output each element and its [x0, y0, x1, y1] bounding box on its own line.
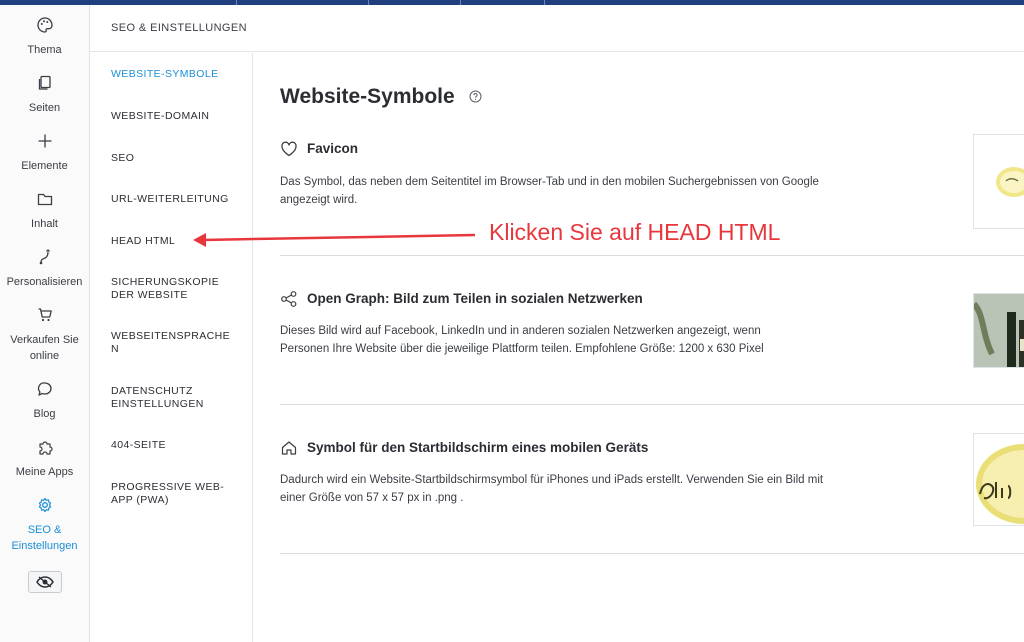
home-icon: [281, 441, 297, 455]
folder-icon: [37, 193, 52, 206]
home-screen-icon-thumbnail[interactable]: [973, 433, 1024, 526]
help-icon[interactable]: [469, 90, 482, 103]
rail-item-pages[interactable]: Seiten: [0, 74, 89, 116]
section-divider: [280, 553, 1024, 554]
settings-submenu: WEBSITE-SYMBOLE WEBSITE-DOMAIN SEO URL-W…: [90, 53, 253, 642]
menu-item-pwa[interactable]: PROGRESSIVE WEB-APP (PWA): [111, 481, 229, 507]
annotation-callout: Klicken Sie auf HEAD HTML: [489, 219, 781, 245]
plus-icon: [38, 134, 51, 148]
menu-item-website-languages[interactable]: WEBSEITENSPRACHE N: [111, 330, 231, 356]
rail-item-theme[interactable]: Thema: [0, 16, 89, 58]
favicon-thumbnail[interactable]: [973, 134, 1024, 229]
section-title-home-screen: Symbol für den Startbildschirm eines mob…: [307, 440, 649, 455]
menu-item-website-icons[interactable]: WEBSITE-SYMBOLE: [111, 68, 243, 81]
rail-label: Elemente: [21, 160, 68, 172]
rail-item-sell-online[interactable]: Verkaufen Sie online: [0, 306, 89, 364]
rail-label: Meine Apps: [15, 466, 74, 478]
page-title: Website-Symbole: [280, 85, 455, 108]
section-title-open-graph: Open Graph: Bild zum Teilen in sozialen …: [307, 291, 643, 306]
annotation-arrow-icon: [193, 233, 476, 247]
menu-item-404-page[interactable]: 404-SEITE: [111, 439, 243, 452]
eye-icon: [36, 576, 54, 588]
share-icon: [281, 291, 297, 307]
rail-label: Thema: [27, 44, 62, 56]
section-divider: [280, 404, 1024, 405]
gear-icon: [38, 497, 51, 513]
editor-sidebar: Thema Seiten Elemente Inhalt Personalisi…: [0, 5, 90, 642]
menu-item-privacy-settings[interactable]: DATENSCHUTZ EINSTELLUNGEN: [111, 385, 211, 411]
rail-label: Blog: [33, 408, 56, 420]
heart-icon: [281, 141, 297, 157]
rail-item-personalize[interactable]: Personalisieren: [0, 248, 89, 290]
rail-label: SEO & Einstellungen: [11, 524, 78, 552]
rail-item-seo-settings[interactable]: SEO & Einstellungen: [0, 496, 89, 554]
main-content: Website-Symbole Favicon Das Symbol, das …: [253, 53, 1024, 642]
rail-item-blog[interactable]: Blog: [0, 380, 89, 422]
section-desc-favicon: Das Symbol, das neben dem Seitentitel im…: [280, 176, 819, 206]
puzzle-icon: [38, 441, 53, 455]
palette-icon: [36, 17, 53, 33]
rail-item-my-apps[interactable]: Meine Apps: [0, 438, 89, 480]
rail-label: Inhalt: [31, 218, 58, 230]
rail-item-elements[interactable]: Elemente: [0, 132, 89, 174]
rail-label: Seiten: [28, 102, 61, 114]
section-desc-home-screen: Dadurch wird ein Website-Startbildschirm…: [280, 474, 824, 504]
rail-label: Verkaufen Sie online: [10, 334, 79, 362]
menu-item-seo[interactable]: SEO: [111, 152, 243, 165]
section-title-favicon: Favicon: [307, 141, 359, 156]
open-graph-thumbnail[interactable]: [973, 293, 1024, 368]
rail-item-content[interactable]: Inhalt: [0, 190, 89, 232]
section-divider: [280, 255, 1024, 256]
section-desc-open-graph: Dieses Bild wird auf Facebook, LinkedIn …: [280, 325, 764, 355]
cart-icon: [38, 308, 52, 322]
menu-item-url-redirect[interactable]: URL-WEITERLEITUNG: [111, 193, 243, 206]
preview-toggle-button[interactable]: [28, 571, 62, 593]
menu-item-website-domain[interactable]: WEBSITE-DOMAIN: [111, 110, 243, 123]
personalize-icon: [39, 249, 50, 265]
pages-icon: [38, 75, 51, 90]
menu-item-website-backup[interactable]: SICHERUNGSKOPIE DER WEBSITE: [111, 276, 229, 302]
rail-label: Personalisieren: [6, 276, 83, 288]
chat-bubble-icon: [37, 382, 52, 396]
submenu-header: SEO & EINSTELLUNGEN: [90, 5, 1024, 52]
submenu-title: SEO & EINSTELLUNGEN: [111, 22, 247, 34]
